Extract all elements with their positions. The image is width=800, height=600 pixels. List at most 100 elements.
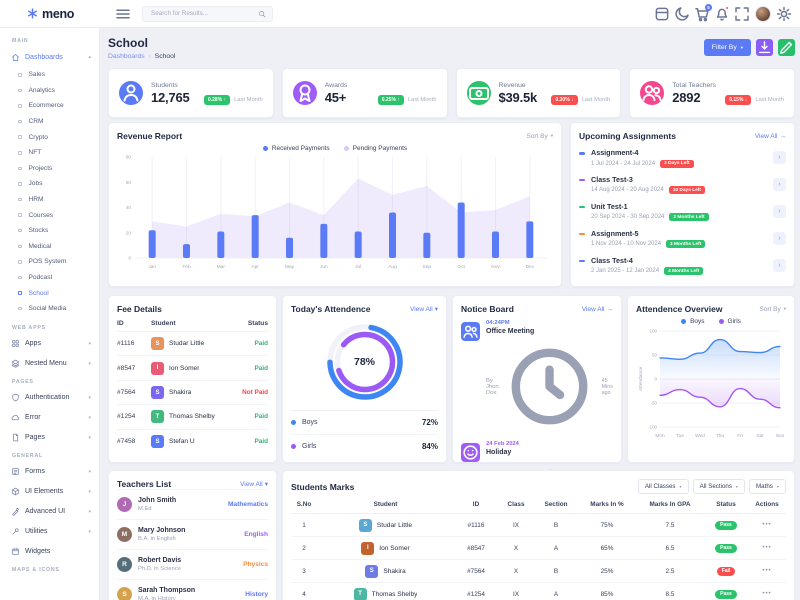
sort-by-dropdown[interactable]: Sort By ▾: [526, 133, 553, 140]
filter-by-button[interactable]: Filter By ▾: [704, 39, 751, 56]
svg-text:Mar: Mar: [217, 264, 226, 270]
sidebar-item-dashboards[interactable]: Dashboards ▴: [0, 47, 99, 67]
chevron-right-button[interactable]: ›: [773, 151, 786, 164]
svg-text:Thu: Thu: [716, 433, 725, 439]
sidebar-item-error[interactable]: Error ▾: [0, 408, 99, 428]
topbar-actions: 5: [653, 5, 800, 23]
edit-button[interactable]: [778, 39, 795, 56]
sidebar-subitem-ecommerce[interactable]: Ecommerce: [0, 98, 99, 114]
user-avatar[interactable]: [755, 6, 771, 22]
logo[interactable]: meno: [0, 7, 100, 21]
sidebar-subitem-projects[interactable]: Projects: [0, 161, 99, 177]
search-input[interactable]: [149, 9, 258, 18]
all-classes-dropdown[interactable]: All Classes▾: [638, 479, 689, 494]
view-all-link[interactable]: View All→: [582, 306, 613, 313]
bullet-icon: [18, 167, 22, 171]
subject-dropdown[interactable]: Maths▾: [749, 479, 786, 494]
page-header: School Dashboards › School Filter By ▾: [108, 36, 795, 64]
bullet-icon: [18, 198, 22, 202]
sidebar-subitem-pos-system[interactable]: POS System: [0, 254, 99, 270]
notifications-button[interactable]: [713, 5, 731, 23]
svg-text:Sun: Sun: [776, 433, 785, 439]
svg-text:May: May: [285, 264, 295, 270]
smiley-icon: [461, 443, 480, 462]
chevron-down-icon: ▾: [551, 133, 553, 139]
row-actions-button[interactable]: •••: [748, 545, 786, 551]
teachers-icon: [640, 81, 664, 105]
sidebar-subitem-stocks[interactable]: Stocks: [0, 223, 99, 239]
bullet-icon: [18, 182, 22, 186]
meeting-icon: [461, 322, 480, 341]
fee-status: Paid: [230, 413, 268, 420]
search-icon[interactable]: [258, 10, 266, 18]
dark-mode-icon[interactable]: [673, 5, 691, 23]
topbar: meno 5: [0, 0, 800, 28]
chevron-right-button[interactable]: ›: [773, 178, 786, 191]
sidebar-subitem-hrm[interactable]: HRM: [0, 192, 99, 208]
svg-text:Mon: Mon: [655, 433, 665, 439]
legend-row: Boys 72%: [291, 411, 438, 434]
due-badge: 10 Days Left: [669, 186, 705, 194]
sidebar-item-widgets[interactable]: Widgets: [0, 542, 99, 562]
svg-text:0: 0: [655, 377, 658, 382]
svg-text:80: 80: [126, 155, 132, 160]
view-all-link[interactable]: View All▾: [240, 480, 268, 488]
sidebar-section-maps: MAPS & ICONS: [0, 562, 99, 576]
sidebar-subitem-jobs[interactable]: Jobs: [0, 176, 99, 192]
sidebar-item-pages[interactable]: Pages ▾: [0, 428, 99, 448]
view-all-link[interactable]: View All▾: [410, 305, 438, 313]
download-button[interactable]: [756, 39, 773, 56]
subject-label: Physics: [243, 561, 268, 568]
sort-by-dropdown[interactable]: Sort By ▾: [759, 306, 786, 313]
cart-button[interactable]: 5: [693, 5, 711, 23]
sidebar-item-forms[interactable]: Forms ▾: [0, 462, 99, 482]
sidebar-item-apps[interactable]: Apps ▾: [0, 334, 99, 354]
sidebar-subitem-medical[interactable]: Medical: [0, 239, 99, 255]
sidebar-subitem-courses[interactable]: Courses: [0, 207, 99, 223]
breadcrumb-current: School: [155, 53, 176, 60]
svg-text:Jan: Jan: [148, 264, 156, 270]
fee-row: #1116 SStudar Little Paid: [117, 332, 268, 356]
breadcrumb-parent[interactable]: Dashboards: [108, 53, 145, 60]
row-actions-button[interactable]: •••: [748, 591, 786, 597]
attendance-donut-chart: 78%: [291, 314, 438, 410]
marks-row: 4 TThomas Shelby #1254 IX A 85% 8.5 Pass…: [291, 583, 786, 600]
sidebar-subitem-social-media[interactable]: Social Media: [0, 301, 99, 317]
avatar: I: [361, 542, 374, 555]
row-actions-button[interactable]: •••: [748, 522, 786, 528]
view-all-link[interactable]: View All→: [755, 133, 786, 140]
sidebar-item-nested-menu[interactable]: Nested Menu ▾: [0, 354, 99, 374]
bullet-icon: [18, 213, 22, 217]
chevron-down-icon: ▾: [88, 361, 91, 367]
all-sections-dropdown[interactable]: All Sections▾: [693, 479, 745, 494]
bullet-icon: [18, 73, 22, 77]
avatar: T: [151, 410, 164, 423]
teachers-list-card: Teachers List View All▾ J John Smith M.E…: [108, 470, 277, 600]
logo-text: meno: [42, 7, 74, 21]
sidebar-subitem-crm[interactable]: CRM: [0, 114, 99, 130]
bullet-icon: [18, 291, 22, 295]
row-actions-button[interactable]: •••: [748, 568, 786, 574]
chevron-down-icon: ▾: [435, 305, 438, 313]
sidebar-subitem-sales[interactable]: Sales: [0, 67, 99, 83]
sidebar-item-authentication[interactable]: Authentication ▾: [0, 388, 99, 408]
shield-icon: [11, 393, 20, 402]
chevron-down-icon: ▾: [265, 480, 268, 488]
chevron-right-button[interactable]: ›: [773, 205, 786, 218]
chevron-right-button[interactable]: ›: [773, 259, 786, 272]
sidebar-subitem-school[interactable]: School: [0, 285, 99, 301]
fullscreen-icon[interactable]: [733, 5, 751, 23]
language-icon[interactable]: [653, 5, 671, 23]
sidebar-subitem-podcast[interactable]: Podcast: [0, 270, 99, 286]
sidebar-item-ui-elements[interactable]: UI Elements ▾: [0, 482, 99, 502]
sidebar-subitem-nft[interactable]: NFT: [0, 145, 99, 161]
settings-icon[interactable]: [775, 5, 793, 23]
sidebar-subitem-analytics[interactable]: Analytics: [0, 83, 99, 99]
menu-toggle-icon[interactable]: [114, 5, 132, 23]
sidebar-item-label: Dashboards: [25, 54, 63, 61]
chevron-down-icon: ▾: [88, 435, 91, 441]
sidebar-subitem-crypto[interactable]: Crypto: [0, 129, 99, 145]
sidebar-item-utilities[interactable]: Utilities ▾: [0, 522, 99, 542]
chevron-right-button[interactable]: ›: [773, 232, 786, 245]
sidebar-item-advanced-ui[interactable]: Advanced UI ▾: [0, 502, 99, 522]
